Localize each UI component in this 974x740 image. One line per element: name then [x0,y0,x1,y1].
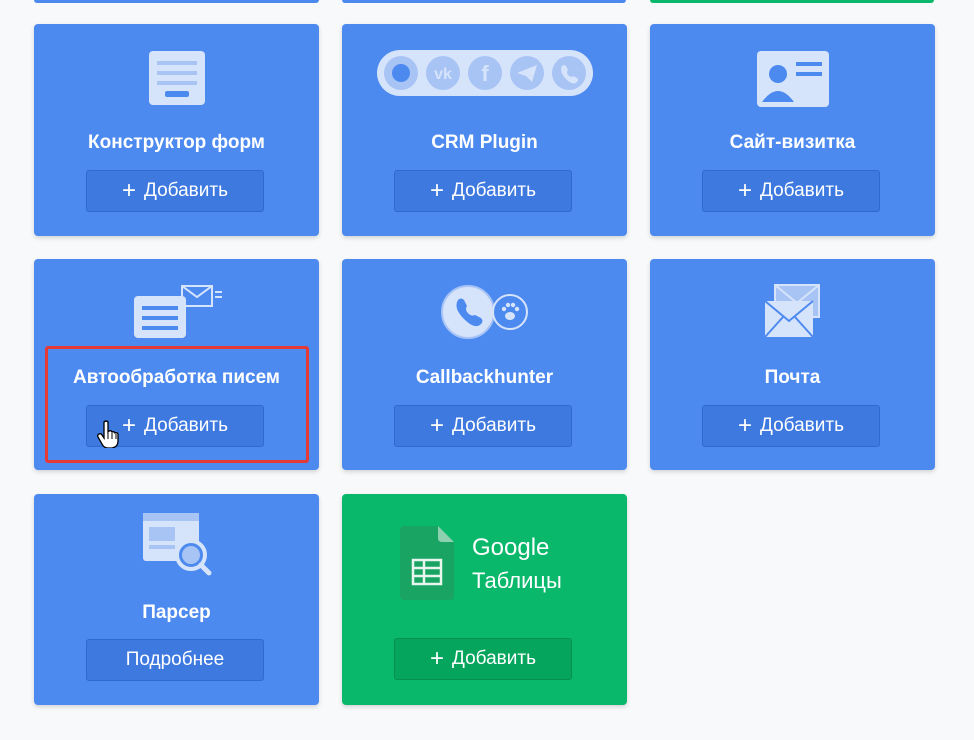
card-parser: Парсер Подробнее [34,494,319,705]
highlight-box [45,346,309,463]
plus-icon: + [430,177,445,204]
card-title: CRM Plugin [431,132,538,153]
button-label: Добавить [452,415,536,436]
envelope-icon [650,281,935,343]
plus-icon: + [122,177,137,204]
card-title: Сайт-визитка [729,132,856,153]
card-form-builder: Конструктор форм + Добавить [34,24,319,236]
hand-cursor-icon [97,420,119,453]
button-label: Добавить [452,648,536,669]
card-callbackhunter: Callbackhunter + Добавить [342,259,627,470]
plus-icon: + [430,645,445,672]
card-title: Почта [764,367,821,388]
card-google-sheets: Google Таблицы + Добавить [342,494,627,705]
card-business-card-site: Сайт-визитка + Добавить [650,24,935,236]
button-label: Подробнее [125,649,225,670]
card-title: Callbackhunter [415,367,554,388]
mail-processing-icon [34,279,319,345]
card-mail: Почта + Добавить [650,259,935,470]
parser-icon [34,510,319,578]
card-crm-plugin: vk f CRM Plugin + Добавить [342,24,627,236]
sheets-logo-text: Таблицы [472,568,562,593]
button-label: Добавить [144,180,228,201]
prev-card-strip [34,0,319,3]
add-button[interactable]: + Добавить [702,405,880,447]
card-title: Парсер [142,602,211,623]
plus-icon: + [738,177,753,204]
button-label: Добавить [452,180,536,201]
button-label: Добавить [760,415,844,436]
form-icon [34,34,319,124]
add-button[interactable]: + Добавить [394,638,572,680]
plus-icon: + [430,412,445,439]
plus-icon: + [738,412,753,439]
add-button[interactable]: + Добавить [86,170,264,212]
svg-text:vk: vk [434,66,452,83]
prev-card-strip [650,0,934,3]
svg-text:f: f [481,61,489,86]
google-sheets-icon [400,526,454,605]
button-label: Добавить [760,180,844,201]
add-button[interactable]: + Добавить [394,405,572,447]
add-button[interactable]: + Добавить [394,170,572,212]
card-title: Конструктор форм [88,132,265,153]
add-button[interactable]: + Добавить [702,170,880,212]
messengers-icon: vk f [342,42,627,104]
details-button[interactable]: Подробнее [86,639,264,681]
google-logo-text: Google [472,534,550,561]
callback-icon [342,281,627,343]
business-card-icon [650,34,935,124]
prev-card-strip [342,0,626,3]
